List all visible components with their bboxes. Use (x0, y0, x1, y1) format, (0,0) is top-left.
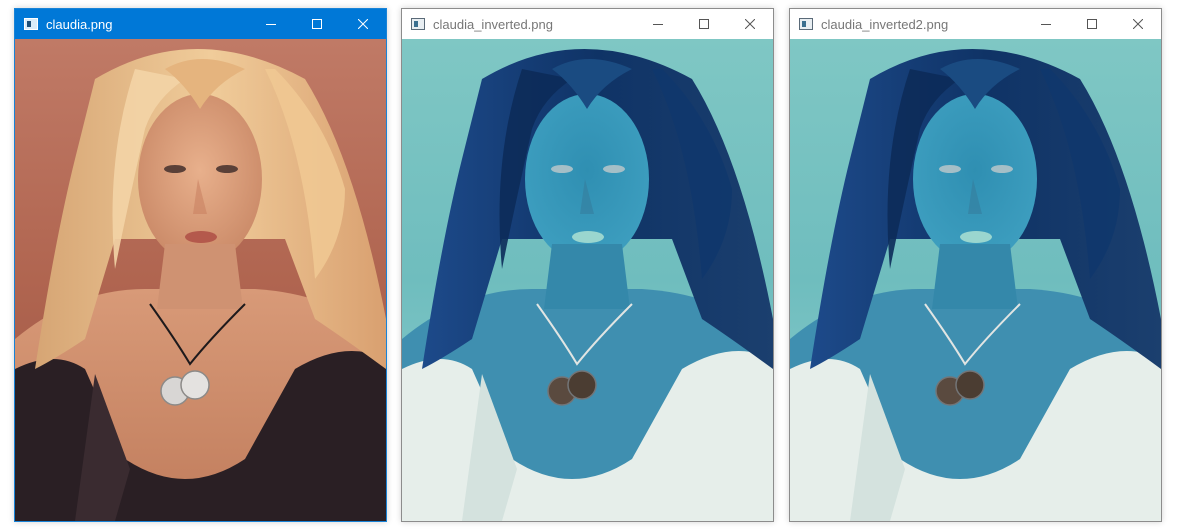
portrait-image-inverted (790, 39, 1161, 521)
minimize-icon (266, 24, 276, 25)
image-app-icon (24, 18, 38, 30)
close-icon (745, 19, 755, 29)
window-title: claudia.png (46, 16, 113, 32)
minimize-icon (1041, 24, 1051, 25)
minimize-button[interactable] (635, 9, 681, 39)
image-canvas (402, 39, 773, 521)
close-button[interactable] (1115, 9, 1161, 39)
maximize-icon (699, 19, 709, 29)
image-canvas (790, 39, 1161, 521)
maximize-icon (1087, 19, 1097, 29)
close-button[interactable] (727, 9, 773, 39)
image-window-inverted2[interactable]: claudia_inverted2.png (789, 8, 1162, 522)
image-app-icon (411, 18, 425, 30)
close-button[interactable] (340, 9, 386, 39)
window-titlebar[interactable]: claudia.png (15, 9, 386, 39)
maximize-button[interactable] (681, 9, 727, 39)
portrait-image-inverted (402, 39, 773, 521)
minimize-icon (653, 24, 663, 25)
maximize-icon (312, 19, 322, 29)
close-icon (358, 19, 368, 29)
minimize-button[interactable] (1023, 9, 1069, 39)
window-title: claudia_inverted2.png (821, 16, 949, 32)
portrait-image (15, 39, 386, 521)
window-title: claudia_inverted.png (433, 16, 553, 32)
maximize-button[interactable] (1069, 9, 1115, 39)
close-icon (1133, 19, 1143, 29)
image-window-original[interactable]: claudia.png (14, 8, 387, 522)
maximize-button[interactable] (294, 9, 340, 39)
image-window-inverted[interactable]: claudia_inverted.png (401, 8, 774, 522)
image-canvas (15, 39, 386, 521)
window-titlebar[interactable]: claudia_inverted.png (402, 9, 773, 39)
window-titlebar[interactable]: claudia_inverted2.png (790, 9, 1161, 39)
minimize-button[interactable] (248, 9, 294, 39)
image-app-icon (799, 18, 813, 30)
